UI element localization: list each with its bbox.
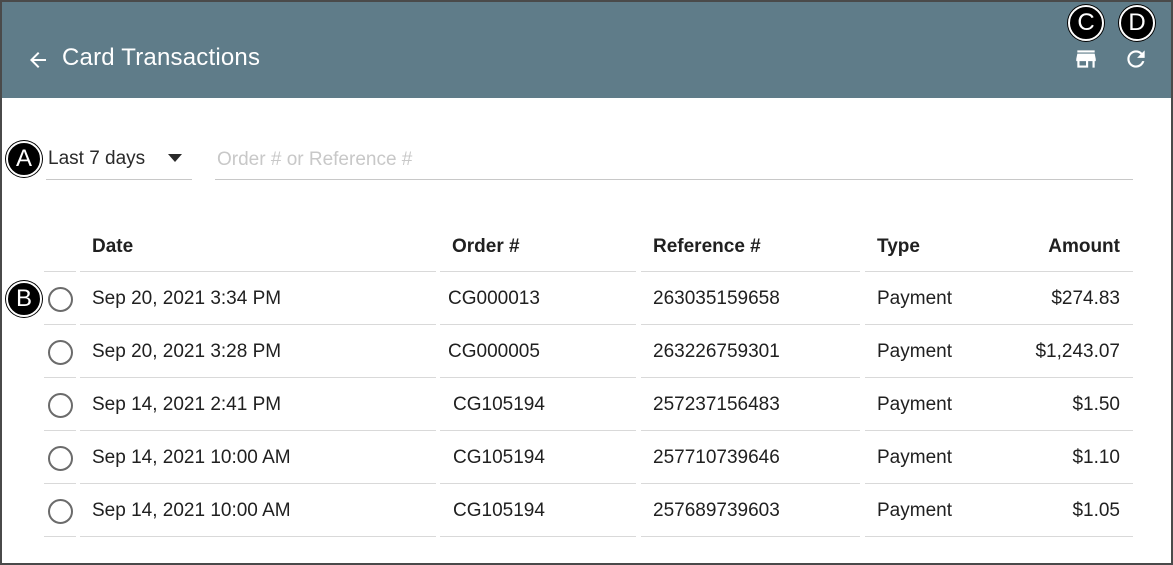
table-row[interactable]: Sep 14, 2021 10:00 AM CG105194 257710739…	[2, 431, 1171, 484]
cell-type: Payment	[877, 341, 952, 362]
page-title: Card Transactions	[62, 44, 261, 71]
cell-order: CG105194	[453, 394, 545, 415]
cell-date: Sep 14, 2021 2:41 PM	[92, 394, 282, 415]
cell-type: Payment	[877, 394, 952, 415]
table-row[interactable]: Sep 20, 2021 3:34 PM CG000013 2630351596…	[2, 272, 1171, 325]
column-header-reference[interactable]: Reference #	[653, 236, 761, 258]
cell-amount: $1.05	[1072, 500, 1120, 521]
divider	[80, 536, 436, 537]
cell-amount: $1.10	[1072, 447, 1120, 468]
divider	[44, 536, 76, 537]
row-select-radio[interactable]	[48, 340, 73, 365]
cell-reference: 263035159658	[653, 288, 780, 309]
period-select[interactable]: Last 7 days	[46, 140, 192, 180]
period-select-value: Last 7 days	[48, 148, 146, 169]
cell-type: Payment	[877, 288, 952, 309]
divider	[865, 536, 1133, 537]
cell-type: Payment	[877, 447, 952, 468]
table-row[interactable]: Sep 20, 2021 3:28 PM CG000005 2632267593…	[2, 325, 1171, 378]
cell-amount: $1,243.07	[1035, 341, 1120, 362]
row-select-radio[interactable]	[48, 446, 73, 471]
row-select-radio[interactable]	[48, 499, 73, 524]
table-row[interactable]: Sep 14, 2021 10:00 AM CG105194 257689739…	[2, 484, 1171, 537]
column-header-date[interactable]: Date	[92, 236, 133, 258]
cell-order: CG105194	[453, 500, 545, 521]
cell-order: CG000005	[448, 341, 540, 362]
cell-reference: 257237156483	[653, 394, 780, 415]
callout-marker-a: A	[6, 141, 42, 177]
table-row[interactable]: Sep 14, 2021 2:41 PM CG105194 2572371564…	[2, 378, 1171, 431]
refresh-icon	[1127, 50, 1145, 68]
caret-down-icon	[168, 154, 182, 162]
divider	[641, 536, 860, 537]
callout-marker-b: B	[6, 281, 42, 317]
row-select-radio[interactable]	[48, 393, 73, 418]
store-button[interactable]	[1069, 42, 1103, 76]
arrow-left-icon	[30, 52, 46, 68]
row-select-radio[interactable]	[48, 287, 73, 312]
divider	[440, 536, 636, 537]
back-button[interactable]	[24, 46, 52, 74]
cell-date: Sep 20, 2021 3:34 PM	[92, 288, 282, 309]
cell-order: CG105194	[453, 447, 545, 468]
column-header-type[interactable]: Type	[877, 236, 920, 258]
column-header-amount[interactable]: Amount	[1048, 236, 1120, 258]
cell-date: Sep 20, 2021 3:28 PM	[92, 341, 282, 362]
cell-order: CG000013	[448, 288, 540, 309]
column-header-order[interactable]: Order #	[452, 236, 520, 258]
cell-date: Sep 14, 2021 10:00 AM	[92, 447, 291, 468]
refresh-button[interactable]	[1119, 42, 1153, 76]
cell-reference: 263226759301	[653, 341, 780, 362]
app-bar: Card Transactions	[2, 2, 1171, 98]
cell-amount: $1.50	[1072, 394, 1120, 415]
cell-date: Sep 14, 2021 10:00 AM	[92, 500, 291, 521]
cell-reference: 257710739646	[653, 447, 780, 468]
cell-amount: $274.83	[1051, 288, 1120, 309]
store-icon	[1076, 50, 1096, 68]
cell-reference: 257689739603	[653, 500, 780, 521]
cell-type: Payment	[877, 500, 952, 521]
callout-marker-d: D	[1119, 5, 1155, 41]
table-header-row: Date Order # Reference # Type Amount	[2, 220, 1171, 272]
search-input[interactable]	[215, 140, 1133, 180]
app-window: Card Transactions C D Last 7 days A Date…	[0, 0, 1173, 565]
callout-marker-c: C	[1068, 5, 1104, 41]
